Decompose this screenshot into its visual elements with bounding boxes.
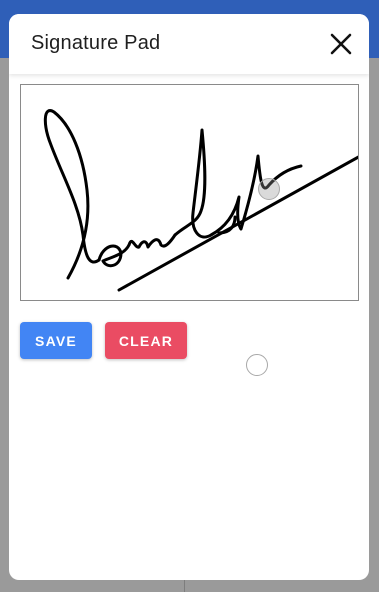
clear-button[interactable]: CLEAR [105,322,187,359]
save-button[interactable]: SAVE [20,322,92,359]
close-icon [330,33,352,55]
signature-stroke [43,109,358,292]
dialog-title: Signature Pad [31,32,161,54]
touch-indicator [246,354,268,376]
touch-indicator [258,178,280,200]
signature-canvas[interactable] [20,84,359,301]
dialog-header: Signature Pad [9,14,369,74]
close-button[interactable] [325,28,357,60]
backdrop-divider [184,578,185,592]
signature-dialog: Signature Pad SAVE CLEAR [9,14,369,580]
